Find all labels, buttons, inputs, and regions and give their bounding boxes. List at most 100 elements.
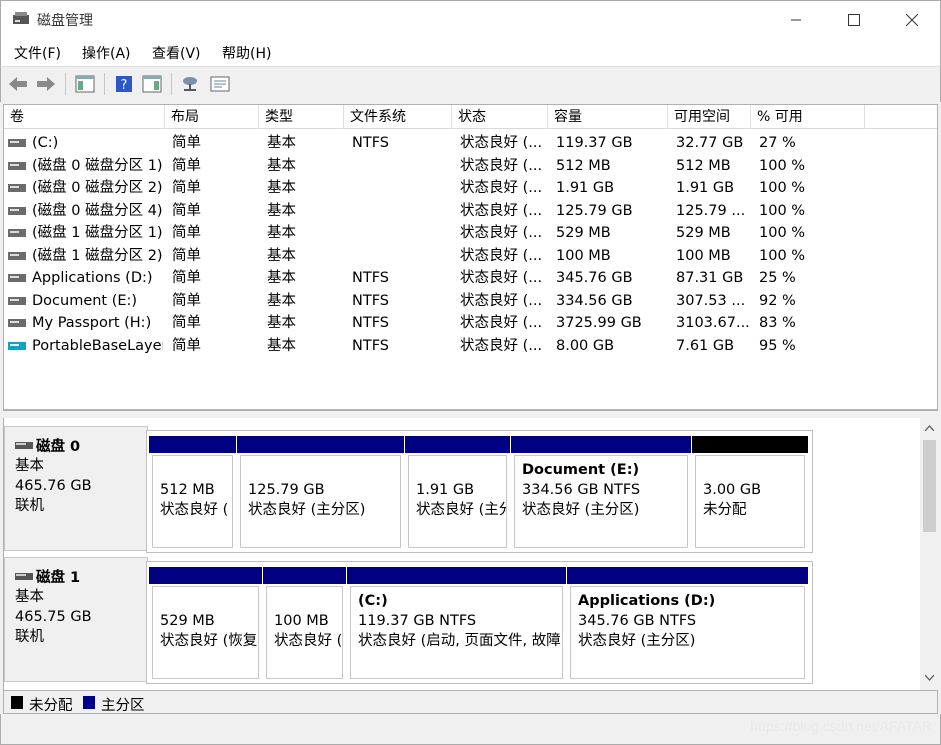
column-header-filesystem[interactable]: 文件系统 <box>344 105 452 129</box>
legend-label-primary: 主分区 <box>101 698 145 714</box>
volume-cell-pct: 100 % <box>759 225 806 241</box>
volume-cell-layout: 简单 <box>172 202 201 219</box>
volume-cell-name: (磁盘 0 磁盘分区 4) <box>32 202 163 219</box>
volume-cell-fs: NTFS <box>352 315 389 331</box>
column-header-status[interactable]: 状态 <box>452 105 548 129</box>
volume-cell-type: 基本 <box>267 157 296 174</box>
menu-help[interactable]: 帮助(H) <box>222 43 271 63</box>
close-button[interactable] <box>883 1 941 39</box>
disk-0-unallocated[interactable]: 3.00 GB 未分配 <box>692 431 808 552</box>
menu-action[interactable]: 操作(A) <box>82 43 131 63</box>
volume-cell-type: 基本 <box>267 337 296 354</box>
volume-row[interactable]: Applications (D:) 简单 基本 NTFS 状态良好 (... 345.76… <box>4 267 937 290</box>
disk-0-partition-3[interactable]: 1.91 GB 状态良好 (主分 <box>405 431 510 552</box>
column-header-free-space[interactable]: 可用空间 <box>668 105 751 129</box>
volume-cell-fs <box>352 200 452 222</box>
volume-cell-status: 状态良好 (... <box>460 315 543 331</box>
volume-row[interactable]: My Passport (H:) 简单 基本 NTFS 状态良好 (... 3725.99… <box>4 312 937 335</box>
console-tree-icon <box>75 75 95 93</box>
column-header-capacity[interactable]: 容量 <box>548 105 668 129</box>
volume-cell-layout: 简单 <box>172 157 201 174</box>
toolbar-separator <box>65 73 66 95</box>
volume-cell-type: 基本 <box>267 292 296 309</box>
volume-row[interactable]: PortableBaseLayer 简单 基本 NTFS 状态良好 (... 8.00 G… <box>4 335 937 358</box>
menu-bar: 文件(F) 操作(A) 查看(V) 帮助(H) <box>0 38 941 66</box>
show-hide-console-tree-button[interactable] <box>74 73 96 95</box>
volume-cell-pct: 25 % <box>759 270 796 286</box>
drive-icon <box>8 161 26 170</box>
drive-icon <box>8 319 26 327</box>
volume-cell-free: 529 MB <box>676 225 731 241</box>
back-arrow-icon <box>9 77 27 91</box>
menu-view[interactable]: 查看(V) <box>152 43 201 63</box>
disk-0-header[interactable]: 磁盘 0 基本 465.76 GB 联机 <box>4 426 148 551</box>
volume-cell-free: 3103.67... <box>676 315 750 331</box>
drive-icon <box>8 229 26 237</box>
partition-type-bar <box>511 436 691 453</box>
watermark-text: https://blog.csdn.net/AFATAR <box>750 718 932 734</box>
scroll-down-icon[interactable] <box>925 675 934 681</box>
scrollbar-thumb[interactable] <box>923 440 936 532</box>
volume-cell-status: 状态良好 (... <box>460 180 543 196</box>
volume-cell-pct: 100 % <box>759 247 806 264</box>
volume-cell-name: My Passport (H:) <box>32 315 152 331</box>
volume-cell-type: 基本 <box>267 315 296 331</box>
partition-status: 状态良好 ( <box>160 502 229 518</box>
partition-title: (C:) <box>358 593 388 609</box>
column-header-volume[interactable]: 卷 <box>4 105 165 129</box>
scroll-up-icon[interactable] <box>925 425 934 431</box>
volume-cell-fs <box>352 155 452 177</box>
legend-swatch-unallocated <box>11 696 23 709</box>
volume-cell-free: 1.91 GB <box>676 180 735 196</box>
volume-row[interactable]: (磁盘 0 磁盘分区 1) 简单 基本 状态良好 (... 512 MB 512 MB 10… <box>4 155 937 178</box>
volume-row[interactable]: (磁盘 0 磁盘分区 4) 简单 基本 状态良好 (... 125.79 GB 125.7… <box>4 200 937 223</box>
disk-1-partition-1[interactable]: 529 MB 状态良好 (恢复 <box>149 562 262 683</box>
volume-cell-name: PortableBaseLayer <box>32 337 163 354</box>
volume-cell-status: 状态良好 (... <box>460 225 543 241</box>
help-button[interactable]: ? <box>113 73 135 95</box>
vertical-scrollbar[interactable] <box>920 418 938 690</box>
window-title: 磁盘管理 <box>37 13 93 29</box>
partition-status: 状态良好 (主分区) <box>578 633 696 649</box>
partition-type-bar <box>263 567 346 584</box>
properties-icon <box>210 76 230 92</box>
partition-status: 状态良好 (主分区) <box>522 502 640 518</box>
disk-0-partition-1[interactable]: 512 MB 状态良好 ( <box>149 431 236 552</box>
volume-cell-free: 7.61 GB <box>676 337 735 354</box>
minimize-button[interactable] <box>767 1 825 39</box>
forward-button[interactable] <box>35 73 57 95</box>
partition-status: 状态良好 (主分 <box>416 502 507 518</box>
volume-row[interactable]: (磁盘 1 磁盘分区 2) 简单 基本 状态良好 (... 100 MB 100 MB 10… <box>4 245 937 268</box>
connect-disk-button[interactable] <box>180 73 202 95</box>
title-bar: 磁盘管理 <box>0 0 941 38</box>
volume-cell-fs <box>352 177 452 199</box>
back-button[interactable] <box>7 73 29 95</box>
drive-icon <box>8 274 26 282</box>
volume-cell-capacity: 512 MB <box>556 157 611 174</box>
volume-row[interactable]: Document (E:) 简单 基本 NTFS 状态良好 (... 334.56 GB 3… <box>4 290 937 313</box>
disk-1-partition-c[interactable]: (C:) 119.37 GB NTFS 状态良好 (启动, 页面文件, 故障 <box>347 562 566 683</box>
menu-file[interactable]: 文件(F) <box>14 43 61 63</box>
disk-0-partition-2[interactable]: 125.79 GB 状态良好 (主分区) <box>237 431 404 552</box>
forward-arrow-icon <box>37 77 55 91</box>
action-pane-button[interactable] <box>141 73 163 95</box>
disk-0-partition-document-e[interactable]: Document (E:) 334.56 GB NTFS 状态良好 (主分区) <box>511 431 691 552</box>
disk-1-header[interactable]: 磁盘 1 基本 465.75 GB 联机 <box>4 557 148 682</box>
pane-splitter[interactable] <box>3 410 938 418</box>
volume-row[interactable]: (磁盘 1 磁盘分区 1) 简单 基本 状态良好 (... 529 MB 529 MB 10… <box>4 222 937 245</box>
disk-0-type: 基本 <box>15 458 44 474</box>
volume-cell-name: (磁盘 0 磁盘分区 2) <box>32 180 163 196</box>
maximize-button[interactable] <box>825 1 883 39</box>
column-header-type[interactable]: 类型 <box>259 105 344 129</box>
volume-row[interactable]: (磁盘 0 磁盘分区 2) 简单 基本 状态良好 (... 1.91 GB 1.91 GB… <box>4 177 937 200</box>
volume-list-header: 卷 布局 类型 文件系统 状态 容量 可用空间 % 可用 <box>4 105 937 129</box>
action-pane-icon <box>142 75 162 93</box>
partition-size: 512 MB <box>160 482 215 498</box>
volume-row[interactable]: (C:) 简单 基本 NTFS 状态良好 (... 119.37 GB 32.77 GB 27… <box>4 132 937 155</box>
volume-cell-capacity: 100 MB <box>556 247 611 264</box>
column-header-layout[interactable]: 布局 <box>165 105 259 129</box>
properties-button[interactable] <box>209 73 231 95</box>
disk-1-partition-2[interactable]: 100 MB 状态良好 ( <box>263 562 346 683</box>
column-header-percent-free[interactable]: % 可用 <box>751 105 865 129</box>
disk-1-partition-applications-d[interactable]: Applications (D:) 345.76 GB NTFS 状态良好 (主… <box>567 562 808 683</box>
